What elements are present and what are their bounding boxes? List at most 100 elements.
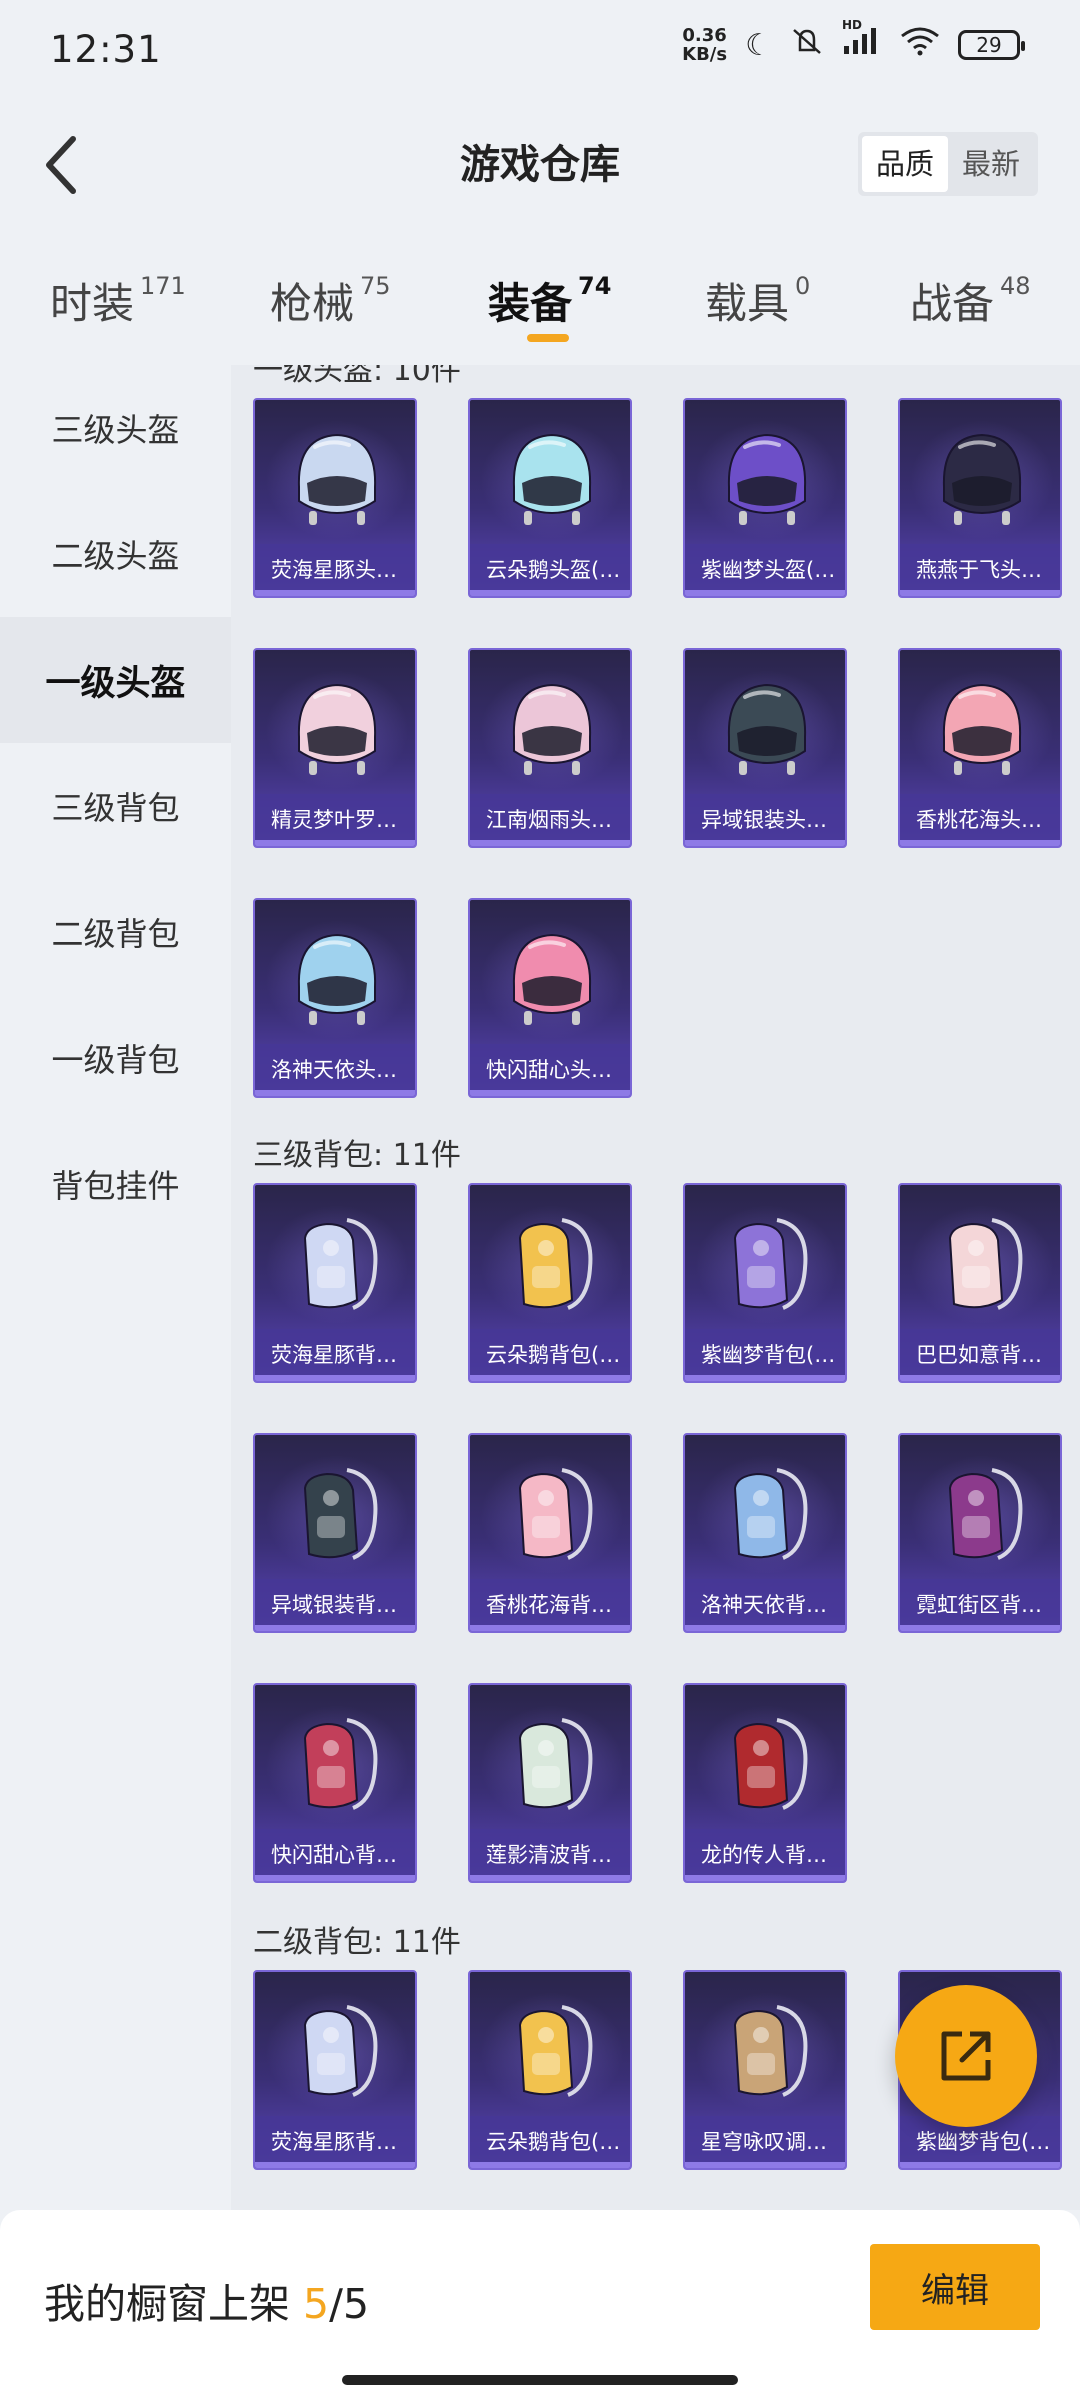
moon-icon: ☾ — [745, 27, 772, 63]
header: 游戏仓库 品质 最新 — [0, 90, 1080, 240]
tab-equipment[interactable]: 装备 74 — [488, 270, 611, 331]
section-title: 二级背包: 11件 — [253, 1925, 461, 1960]
backpack-icon — [685, 1982, 845, 2122]
tab-fashion[interactable]: 时装 171 — [50, 270, 186, 331]
nav-item-level1-backpack[interactable]: 一级背包 — [0, 995, 231, 1121]
item-card[interactable]: 燕燕于飞头… — [898, 398, 1062, 598]
rarity-bar — [900, 1625, 1060, 1631]
item-card[interactable]: 荧海星豚头… — [253, 398, 417, 598]
section-title: 一级头盔: 10件 — [253, 365, 461, 388]
backpack-icon — [685, 1695, 845, 1835]
helmet-icon — [470, 410, 630, 550]
item-card[interactable]: 快闪甜心背… — [253, 1683, 417, 1883]
item-card[interactable]: 紫幽梦背包(… — [683, 1183, 847, 1383]
tab-guns[interactable]: 枪械 75 — [270, 270, 391, 331]
nav-item-level2-backpack[interactable]: 二级背包 — [0, 869, 231, 995]
rarity-bar — [685, 590, 845, 596]
helmet-icon — [255, 910, 415, 1050]
nav-item-level3-helmet[interactable]: 三级头盔 — [0, 365, 231, 491]
helmet-icon — [470, 660, 630, 800]
rarity-bar — [900, 840, 1060, 846]
category-tabs: 时装 171 枪械 75 装备 74 载具 0 战备 48 — [0, 240, 1080, 365]
item-card[interactable]: 荧海星豚背… — [253, 1970, 417, 2170]
nav-item-level1-helmet[interactable]: 一级头盔 — [0, 617, 231, 743]
sort-latest-button[interactable]: 最新 — [948, 136, 1034, 192]
item-name: 快闪甜心头… — [470, 1044, 630, 1096]
battery-icon: 29 — [958, 30, 1025, 60]
item-name: 洛神天依头… — [255, 1044, 415, 1096]
item-name: 巴巴如意背… — [900, 1329, 1060, 1381]
item-card[interactable]: 异域银装头… — [683, 648, 847, 848]
rarity-bar — [255, 590, 415, 596]
rarity-bar — [255, 1875, 415, 1881]
item-card[interactable]: 云朵鹅背包(… — [468, 1970, 632, 2170]
backpack-icon — [685, 1195, 845, 1335]
item-name: 快闪甜心背… — [255, 1829, 415, 1881]
item-name: 荧海星豚头… — [255, 544, 415, 596]
rarity-bar — [255, 2162, 415, 2168]
nav-item-level2-helmet[interactable]: 二级头盔 — [0, 491, 231, 617]
rarity-bar — [470, 840, 630, 846]
rarity-bar — [900, 2162, 1060, 2168]
item-card[interactable]: 紫幽梦头盔(… — [683, 398, 847, 598]
rarity-bar — [255, 840, 415, 846]
nav-item-level3-backpack[interactable]: 三级背包 — [0, 743, 231, 869]
home-indicator[interactable] — [342, 2375, 738, 2385]
item-name: 江南烟雨头… — [470, 794, 630, 846]
showcase-status: 我的橱窗上架 5/5 — [44, 2280, 370, 2328]
edit-button[interactable]: 编辑 — [870, 2244, 1040, 2330]
rarity-bar — [470, 1090, 630, 1096]
item-name: 莲影清波背… — [470, 1829, 630, 1881]
tab-vehicles[interactable]: 载具 0 — [705, 270, 810, 331]
subcategory-list: 三级头盔 二级头盔 一级头盔 三级背包 二级背包 一级背包 背包挂件 — [0, 365, 231, 2210]
item-card[interactable]: 云朵鹅背包(… — [468, 1183, 632, 1383]
item-name: 荧海星豚背… — [255, 2116, 415, 2168]
rarity-bar — [470, 590, 630, 596]
helmet-icon — [255, 660, 415, 800]
item-card[interactable]: 星穹咏叹调… — [683, 1970, 847, 2170]
item-card[interactable]: 巴巴如意背… — [898, 1183, 1062, 1383]
item-name: 霓虹街区背… — [900, 1579, 1060, 1631]
helmet-icon — [255, 410, 415, 550]
item-card[interactable]: 异域银装背… — [253, 1433, 417, 1633]
item-card[interactable]: 龙的传人背… — [683, 1683, 847, 1883]
active-tab-indicator — [527, 334, 569, 342]
item-card[interactable]: 洛神天依背… — [683, 1433, 847, 1633]
rarity-bar — [470, 1625, 630, 1631]
item-card[interactable]: 香桃花海头… — [898, 648, 1062, 848]
item-card[interactable]: 霓虹街区背… — [898, 1433, 1062, 1633]
backpack-icon — [255, 1195, 415, 1335]
item-card[interactable]: 莲影清波背… — [468, 1683, 632, 1883]
nav-item-backpack-pendant[interactable]: 背包挂件 — [0, 1121, 231, 1247]
helmet-icon — [900, 410, 1060, 550]
helmet-icon — [470, 910, 630, 1050]
item-name: 燕燕于飞头… — [900, 544, 1060, 596]
tab-supplies[interactable]: 战备 48 — [910, 270, 1031, 331]
rarity-bar — [685, 1375, 845, 1381]
item-name: 紫幽梦头盔(… — [685, 544, 845, 596]
status-bar: 12:31 0.36 KB/s ☾ HD 29 — [0, 0, 1080, 90]
share-button[interactable] — [895, 1985, 1037, 2127]
showcase-total-count: 5 — [342, 2280, 370, 2328]
helmet-icon — [685, 660, 845, 800]
rarity-bar — [255, 1090, 415, 1096]
item-name: 龙的传人背… — [685, 1829, 845, 1881]
sort-quality-button[interactable]: 品质 — [861, 136, 948, 192]
item-name: 紫幽梦背包(… — [685, 1329, 845, 1381]
item-card[interactable]: 精灵梦叶罗… — [253, 648, 417, 848]
network-speed: 0.36 KB/s — [682, 25, 728, 65]
item-card[interactable]: 快闪甜心头… — [468, 898, 632, 1098]
item-card[interactable]: 香桃花海背… — [468, 1433, 632, 1633]
rarity-bar — [900, 1375, 1060, 1381]
item-grid-panel[interactable]: 一级头盔: 10件荧海星豚头… 云朵鹅头盔(… 紫幽梦头盔(… 燕燕于飞头… 精灵梦叶罗… — [231, 365, 1080, 2210]
backpack-icon — [685, 1445, 845, 1585]
rarity-bar — [470, 1875, 630, 1881]
item-card[interactable]: 荧海星豚背… — [253, 1183, 417, 1383]
bottom-bar: 我的橱窗上架 5/5 编辑 — [0, 2210, 1080, 2400]
item-card[interactable]: 洛神天依头… — [253, 898, 417, 1098]
rarity-bar — [685, 840, 845, 846]
item-name: 荧海星豚背… — [255, 1329, 415, 1381]
item-card[interactable]: 云朵鹅头盔(… — [468, 398, 632, 598]
rarity-bar — [685, 1625, 845, 1631]
item-card[interactable]: 江南烟雨头… — [468, 648, 632, 848]
